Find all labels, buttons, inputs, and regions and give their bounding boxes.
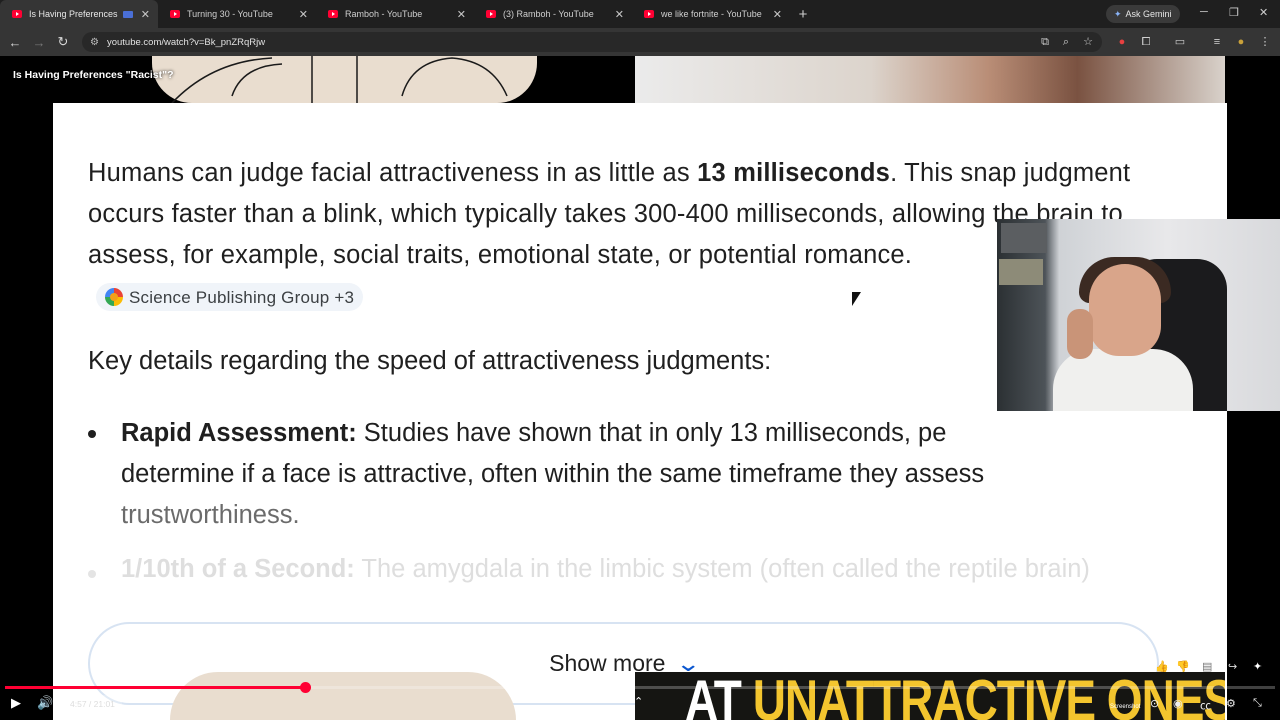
tab-ramboh-3[interactable]: (3) Ramboh - YouTube ✕	[474, 0, 632, 28]
cast-icon	[122, 10, 133, 18]
screen: Is Having Preferences "Rac ✕ Turning 30 …	[0, 0, 1280, 720]
chevron-up-icon[interactable]: ⌃	[634, 695, 643, 708]
bullet-faded: 1/10th of a Second: The amygdala in the …	[88, 555, 1090, 584]
url-text: youtube.com/watch?v=Bk_pnZRqRjw	[106, 36, 266, 48]
tab-we-like-fortnite[interactable]: we like fortnite - YouTube ✕	[632, 0, 790, 28]
close-icon[interactable]: ✕	[773, 8, 782, 21]
address-bar[interactable]: ⚙ youtube.com/watch?v=Bk_pnZRqRjw	[82, 32, 1102, 52]
progress-played	[5, 686, 305, 689]
tab-ramboh[interactable]: Ramboh - YouTube ✕	[316, 0, 474, 28]
source-chip-label: Science Publishing Group +3	[129, 287, 355, 307]
photo-thumbnail-top	[635, 56, 1225, 103]
streamer-face	[1089, 264, 1161, 356]
extensions-icon[interactable]: ⧠	[1138, 34, 1154, 50]
tab-active[interactable]: Is Having Preferences "Rac ✕	[0, 0, 158, 28]
ask-gemini-label: Ask Gemini	[1125, 9, 1172, 19]
screenshot-label: Screenshot	[1110, 704, 1141, 710]
wall-art	[1001, 223, 1047, 253]
volume-icon[interactable]: 🔊	[37, 695, 53, 711]
browser-toolbar: ← → ↻ ⚙ youtube.com/watch?v=Bk_pnZRqRjw …	[0, 28, 1280, 56]
zoom-icon[interactable]: ⌕	[1058, 34, 1074, 50]
ai-overview-card: Humans can judge facial attractiveness i…	[53, 103, 1227, 720]
site-info-icon[interactable]: ⚙	[90, 37, 99, 48]
profile-avatar-icon[interactable]: ●	[1233, 34, 1249, 50]
youtube-icon	[328, 10, 338, 18]
media-controls-icon[interactable]: ≡	[1209, 34, 1225, 50]
dislike-icon[interactable]: 👎	[1176, 660, 1190, 673]
source-chip[interactable]: Science Publishing Group +3	[96, 283, 364, 312]
window-close-icon[interactable]: ✕	[1259, 6, 1268, 19]
close-icon[interactable]: ✕	[615, 8, 624, 21]
banner-text: AT UNATTRACTIVE ONES	[685, 672, 1225, 720]
video-player[interactable]: Is Having Preferences "Racist"? Humans c…	[0, 56, 1280, 720]
miniplayer-toggle-icon[interactable]: ◉	[1173, 697, 1183, 710]
bullet-tail: trustworthiness.	[121, 501, 300, 529]
tab-title: we like fortnite - YouTube	[661, 9, 762, 19]
tab-title: Ramboh - YouTube	[345, 9, 423, 19]
video-title: Is Having Preferences "Racist"?	[13, 69, 174, 81]
paragraph-bold: 13 milliseconds	[697, 159, 891, 187]
banner-white: AT	[685, 672, 753, 720]
progress-scrubber[interactable]	[299, 682, 311, 693]
shelf	[999, 259, 1043, 285]
captions-icon[interactable]: ㏄	[1200, 697, 1211, 713]
key-details-heading: Key details regarding the speed of attra…	[88, 347, 772, 375]
comment-icon[interactable]: ▤	[1202, 660, 1212, 673]
cartoon-face-top	[152, 56, 537, 103]
faded-text: The amygdala in the limbic system (often…	[354, 555, 1090, 583]
time-display: 4:57 / 21:01	[63, 695, 122, 713]
paragraph-text-a: Humans can judge facial attractiveness i…	[88, 159, 698, 187]
side-panel-icon[interactable]: ▭	[1172, 34, 1188, 50]
close-icon[interactable]: ✕	[457, 8, 466, 21]
faded-title: 1/10th of a Second:	[121, 555, 355, 583]
webcam-overlay	[997, 219, 1280, 411]
tab-title: Is Having Preferences "Rac	[29, 9, 119, 19]
bullet-dot	[88, 430, 96, 438]
source-logo-icon	[105, 288, 123, 307]
tab-title: (3) Ramboh - YouTube	[503, 9, 594, 19]
back-icon[interactable]: ←	[3, 35, 27, 50]
ask-gemini-button[interactable]: ✦ Ask Gemini	[1106, 5, 1180, 23]
progress-bar[interactable]	[5, 682, 1275, 693]
bullet-text: Studies have shown that in only 13 milli…	[356, 419, 947, 447]
cartoon-face-bottom	[170, 672, 516, 720]
youtube-icon	[12, 10, 22, 18]
mouse-cursor	[852, 292, 861, 306]
streamer-hand	[1067, 309, 1093, 359]
like-icon[interactable]: 👍	[1155, 660, 1169, 673]
play-icon[interactable]: ▶	[11, 695, 21, 711]
thumbnail-banner: AT UNATTRACTIVE ONES	[635, 672, 1225, 720]
tab-turning-30[interactable]: Turning 30 - YouTube ✕	[158, 0, 316, 28]
reload-icon[interactable]: ↻	[51, 34, 75, 50]
minimize-icon[interactable]: ─	[1200, 6, 1208, 18]
youtube-icon	[170, 10, 180, 18]
youtube-icon	[486, 10, 496, 18]
forward-icon[interactable]: →	[27, 35, 51, 50]
restore-icon[interactable]: ❐	[1229, 6, 1239, 19]
tab-strip: Is Having Preferences "Rac ✕ Turning 30 …	[0, 0, 1280, 28]
menu-kebab-icon[interactable]: ⋮	[1257, 34, 1273, 50]
gemini-icon: ✦	[1114, 8, 1122, 19]
settings-gear-icon[interactable]: ⚙	[1226, 697, 1236, 710]
bullet-dot	[88, 570, 96, 578]
bookmark-star-icon[interactable]: ☆	[1080, 34, 1096, 50]
autoplay-icon[interactable]: ⊙	[1150, 697, 1159, 710]
new-tab-button[interactable]: +	[790, 0, 816, 28]
bullet-rapid-assessment: Rapid Assessment: Studies have shown tha…	[88, 413, 1061, 536]
extension-red-icon[interactable]: ●	[1114, 34, 1130, 50]
fullscreen-exit-icon[interactable]: ⤡	[1253, 697, 1262, 710]
sparkle-icon[interactable]: ✦	[1253, 660, 1262, 673]
close-icon[interactable]: ✕	[141, 8, 150, 21]
youtube-icon	[644, 10, 654, 18]
share-icon[interactable]: ↪	[1228, 660, 1237, 673]
banner-yellow: UNATTRACTIVE ONES	[752, 672, 1225, 720]
install-icon[interactable]: ⧉	[1037, 34, 1053, 50]
tab-title: Turning 30 - YouTube	[187, 9, 273, 19]
bullet-text-2: determine if a face is attractive, often…	[121, 460, 985, 488]
close-icon[interactable]: ✕	[299, 8, 308, 21]
bullet-title: Rapid Assessment:	[121, 419, 357, 447]
